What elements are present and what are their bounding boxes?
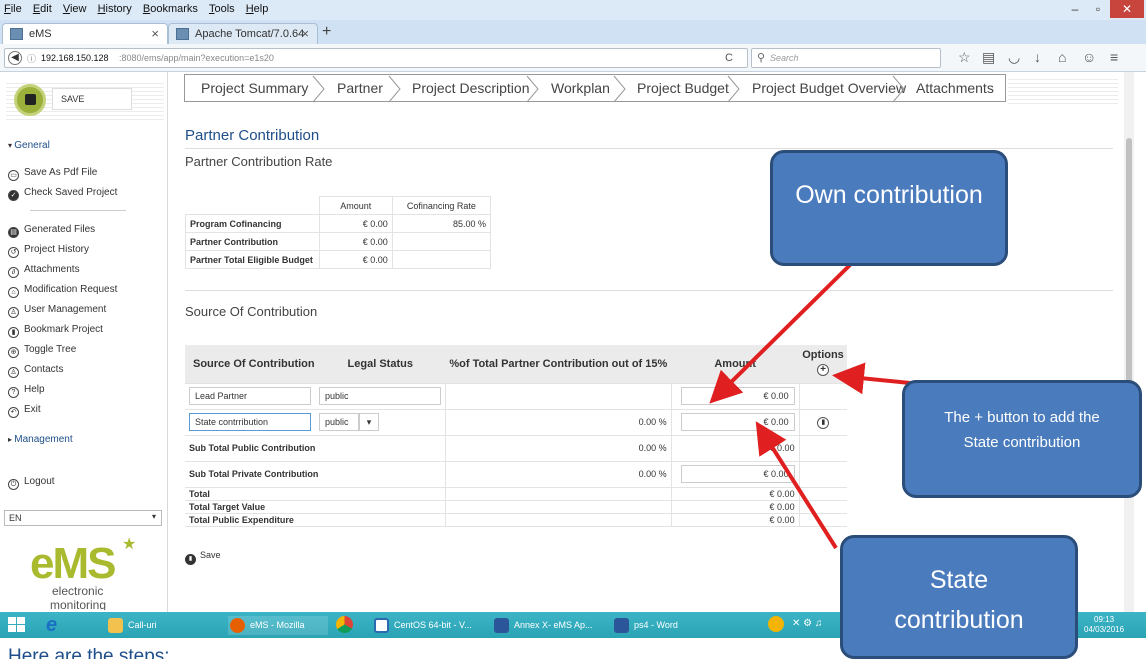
plus-arrow [832, 362, 911, 395]
own-arrow [709, 260, 855, 404]
state-contribution-callout: State contribution [840, 535, 1078, 659]
state-arrow [755, 421, 838, 550]
plus-button-callout: The + button to add the State contributi… [902, 380, 1142, 498]
own-contribution-callout: Own contribution [770, 150, 1008, 266]
